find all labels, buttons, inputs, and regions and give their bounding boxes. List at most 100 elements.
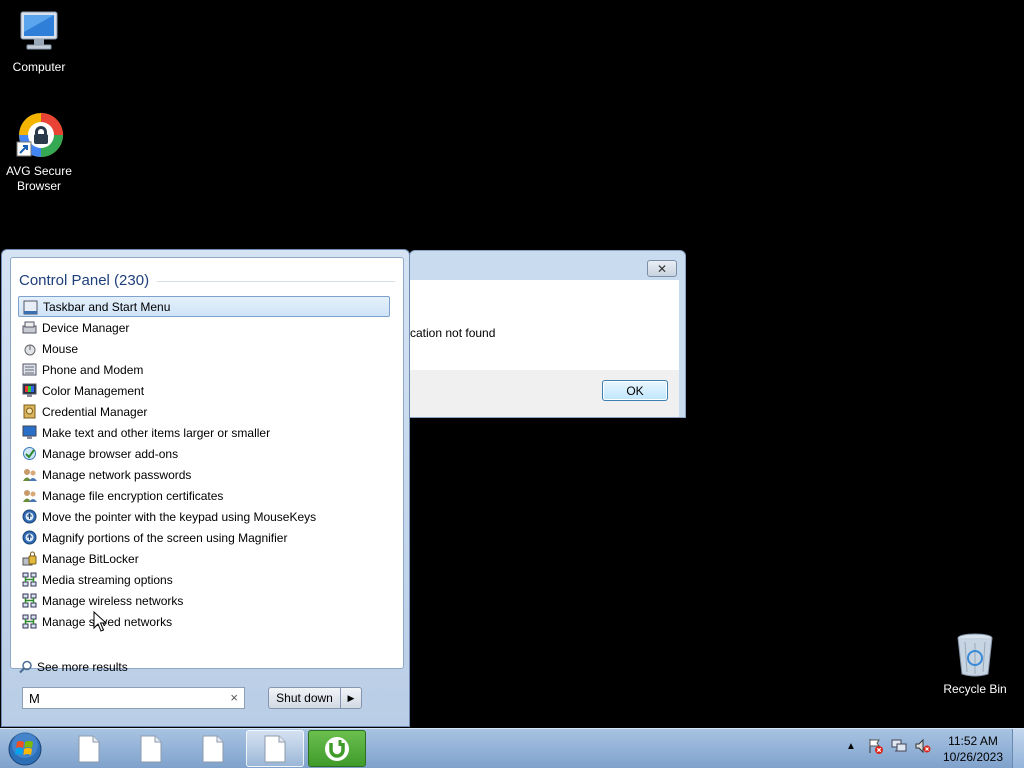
result-item-label: Phone and Modem [42,362,144,377]
desktop-icon-label: AVG Secure [6,164,72,178]
internet-options-icon [22,446,37,461]
show-hidden-icons-arrow-icon[interactable]: ▲ [842,737,860,755]
network-icon [22,572,37,587]
results-group-heading[interactable]: Control Panel (230) [19,272,149,289]
result-item-label: Make text and other items larger or smal… [42,425,271,440]
see-more-results-label: See more results [37,660,128,674]
control-panel-result-item[interactable]: Magnify portions of the screen using Mag… [18,527,390,548]
start-button[interactable] [6,731,44,767]
result-item-label: Manage browser add-ons [42,446,179,461]
control-panel-result-item[interactable]: Manage file encryption certificates [18,485,390,506]
user-accounts-icon [22,488,37,503]
computer-icon [15,8,63,56]
desktop-icon-avg-secure-browser[interactable]: AVG Secure Browser [1,112,77,194]
clear-search-icon[interactable]: × [230,690,238,705]
clock-date: 10/26/2023 [942,750,1004,764]
taskbar-button-document-3[interactable] [184,730,242,767]
control-panel-result-item[interactable]: Make text and other items larger or smal… [18,422,390,443]
color-management-icon [22,383,37,398]
result-item-label: Manage network passwords [42,467,192,482]
desktop-icon-label: Recycle Bin [943,682,1007,696]
heading-divider [157,281,395,282]
ease-of-access-icon [22,530,37,545]
document-icon [264,735,286,762]
error-dialog: ✕ cation not found OK [409,250,686,418]
taskbar-icon [23,300,38,315]
control-panel-result-item[interactable]: Device Manager [18,317,390,338]
document-icon [202,735,224,762]
control-panel-result-item[interactable]: Color Management [18,380,390,401]
result-item-label: Mouse [42,341,79,356]
desktop-icon-recycle-bin[interactable]: Recycle Bin [937,630,1013,697]
result-item-label: Taskbar and Start Menu [43,299,171,314]
see-more-results-link[interactable]: See more results [19,660,128,674]
taskbar: ▲ 11:52 AM 10/26/2023 [0,728,1024,768]
network-icon[interactable] [890,737,908,755]
start-search-input[interactable]: M × [22,687,245,709]
display-icon [22,425,37,440]
result-item-label: Magnify portions of the screen using Mag… [42,530,288,545]
results-list: Taskbar and Start Menu Device Manager Mous… [18,296,390,632]
show-desktop-button[interactable] [1012,729,1024,768]
close-button[interactable]: ✕ [647,260,677,277]
action-center-flag-icon[interactable] [866,737,884,755]
avg-browser-icon [15,112,63,160]
shutdown-button[interactable]: Shut down [269,688,341,708]
credential-manager-icon [22,404,37,419]
dialog-footer: OK [410,370,679,417]
control-panel-result-item[interactable]: Phone and Modem [18,359,390,380]
recycle-bin-icon [951,630,999,678]
mouse-icon [22,341,37,356]
control-panel-result-item[interactable]: Manage network passwords [18,464,390,485]
desktop-icon-computer[interactable]: Computer [1,8,77,75]
device-manager-icon [22,320,37,335]
result-item-label: Manage saved networks [42,614,173,629]
control-panel-result-item[interactable]: Manage wireless networks [18,590,390,611]
shutdown-options-arrow-icon[interactable]: ▶ [341,688,361,708]
taskbar-button-document-1[interactable] [60,730,118,767]
windows-logo-icon [8,732,42,766]
ok-button[interactable]: OK [602,380,668,401]
result-item-label: Media streaming options [42,572,173,587]
control-panel-result-item[interactable]: Manage saved networks [18,611,390,632]
result-item-label: Device Manager [42,320,130,335]
clock-time: 11:52 AM [948,734,998,748]
close-icon: ✕ [656,261,668,276]
document-icon [140,735,162,762]
dialog-message: cation not found [410,326,496,340]
result-item-label: Manage BitLocker [42,551,139,566]
notification-area: ▲ [842,737,938,755]
taskbar-button-utorrent[interactable] [308,730,366,767]
result-item-label: Move the pointer with the keypad using M… [42,509,317,524]
network-icon [22,593,37,608]
taskbar-button-document-2[interactable] [122,730,180,767]
document-icon [78,735,100,762]
volume-muted-icon[interactable] [914,737,932,755]
ease-of-access-icon [22,509,37,524]
shutdown-button-group: Shut down ▶ [268,687,362,709]
result-item-label: Color Management [42,383,145,398]
system-clock[interactable]: 11:52 AM 10/26/2023 [940,733,1006,765]
control-panel-result-item[interactable]: Manage browser add-ons [18,443,390,464]
control-panel-result-item[interactable]: Manage BitLocker [18,548,390,569]
desktop-icon-label: Computer [12,60,66,74]
taskbar-button-document-4[interactable] [246,730,304,767]
control-panel-result-item[interactable]: Taskbar and Start Menu [18,296,390,317]
search-input-value: M [29,690,40,706]
control-panel-result-item[interactable]: Mouse [18,338,390,359]
result-item-label: Manage file encryption certificates [42,488,224,503]
control-panel-result-item[interactable]: Move the pointer with the keypad using M… [18,506,390,527]
result-item-label: Manage wireless networks [42,593,184,608]
control-panel-result-item[interactable]: Credential Manager [18,401,390,422]
result-item-label: Credential Manager [42,404,148,419]
bitlocker-icon [22,551,37,566]
utorrent-icon [325,736,349,761]
control-panel-result-item[interactable]: Media streaming options [18,569,390,590]
user-accounts-icon [22,467,37,482]
phone-modem-icon [22,362,37,377]
dialog-body: cation not found [410,280,679,370]
start-menu: Control Panel (230) See more results Tas… [1,249,410,727]
network-icon [22,614,37,629]
search-icon [19,660,33,674]
mouse-cursor-icon [93,611,107,632]
